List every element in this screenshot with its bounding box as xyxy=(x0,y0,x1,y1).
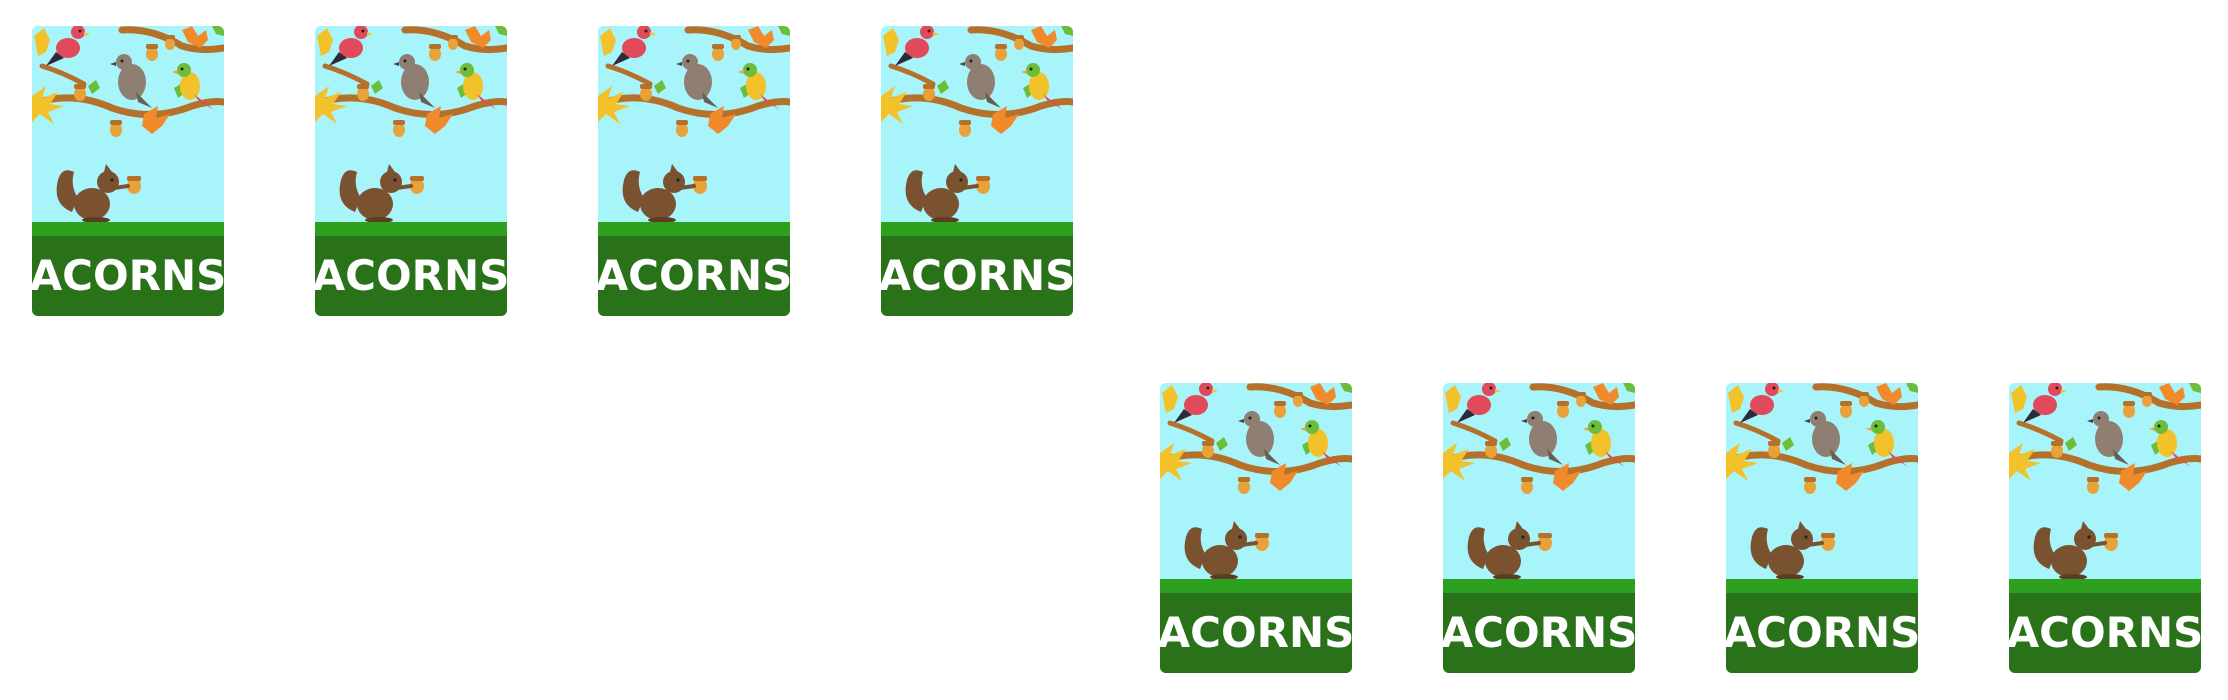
acorns-card-7[interactable]: ACORNS xyxy=(1726,383,1918,673)
acorns-card-8[interactable]: ACORNS xyxy=(2009,383,2201,673)
card-label-box: ACORNS xyxy=(598,236,790,316)
autumn-scene-illustration xyxy=(32,26,224,222)
grass-strip xyxy=(1726,579,1918,593)
grass-strip xyxy=(315,222,507,236)
card-label-box: ACORNS xyxy=(1160,593,1352,673)
acorns-card-1[interactable]: ACORNS xyxy=(32,26,224,316)
card-label-box: ACORNS xyxy=(1443,593,1635,673)
card-label: ACORNS xyxy=(1160,608,1352,657)
card-label-box: ACORNS xyxy=(2009,593,2201,673)
autumn-scene-illustration xyxy=(315,26,507,222)
autumn-scene-illustration xyxy=(1160,383,1352,579)
card-label-box: ACORNS xyxy=(315,236,507,316)
grass-strip xyxy=(32,222,224,236)
grass-strip xyxy=(1160,579,1352,593)
card-label: ACORNS xyxy=(32,251,224,300)
acorns-card-4[interactable]: ACORNS xyxy=(881,26,1073,316)
grass-strip xyxy=(881,222,1073,236)
autumn-scene-illustration xyxy=(598,26,790,222)
autumn-scene-illustration xyxy=(1726,383,1918,579)
card-label-box: ACORNS xyxy=(32,236,224,316)
autumn-scene-illustration xyxy=(881,26,1073,222)
card-label-box: ACORNS xyxy=(881,236,1073,316)
autumn-scene-illustration xyxy=(1443,383,1635,579)
grass-strip xyxy=(598,222,790,236)
card-label: ACORNS xyxy=(881,251,1073,300)
grass-strip xyxy=(2009,579,2201,593)
card-label: ACORNS xyxy=(315,251,507,300)
card-label: ACORNS xyxy=(1443,608,1635,657)
acorns-card-2[interactable]: ACORNS xyxy=(315,26,507,316)
autumn-scene-illustration xyxy=(2009,383,2201,579)
card-label: ACORNS xyxy=(1726,608,1918,657)
card-label: ACORNS xyxy=(2009,608,2201,657)
acorns-card-5[interactable]: ACORNS xyxy=(1160,383,1352,673)
acorns-card-3[interactable]: ACORNS xyxy=(598,26,790,316)
card-label-box: ACORNS xyxy=(1726,593,1918,673)
grass-strip xyxy=(1443,579,1635,593)
acorns-card-6[interactable]: ACORNS xyxy=(1443,383,1635,673)
card-label: ACORNS xyxy=(598,251,790,300)
